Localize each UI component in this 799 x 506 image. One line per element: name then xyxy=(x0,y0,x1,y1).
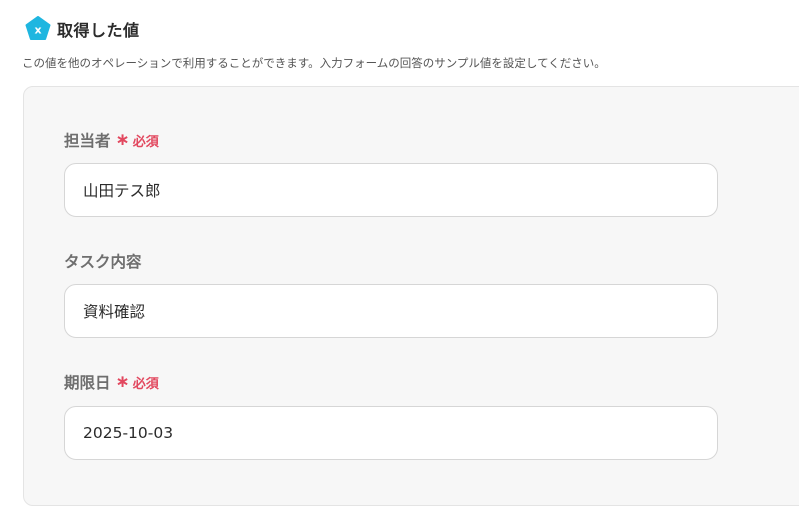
required-badge: ∗ 必須 xyxy=(116,373,159,392)
section-title: 取得した値 xyxy=(57,21,140,40)
field-label-text: タスク内容 xyxy=(64,253,142,271)
required-text: 必須 xyxy=(132,376,159,392)
required-badge: ∗ 必須 xyxy=(116,131,159,150)
due-date-input[interactable] xyxy=(64,406,718,460)
section-header: x 取得した値 xyxy=(25,16,140,42)
assignee-input[interactable] xyxy=(64,163,718,217)
section-description: この値を他のオペレーションで利用することができます。入力フォームの回答のサンプル… xyxy=(22,56,606,70)
required-asterisk-icon: ∗ xyxy=(115,129,130,150)
required-text: 必須 xyxy=(132,134,159,150)
field-label-due-date: 期限日 ∗ 必須 xyxy=(64,371,159,393)
task-content-input[interactable] xyxy=(64,284,718,338)
svg-text:x: x xyxy=(34,24,41,37)
required-asterisk-icon: ∗ xyxy=(115,371,130,392)
field-label-assignee: 担当者 ∗ 必須 xyxy=(64,129,159,151)
field-label-text: 期限日 xyxy=(64,374,111,392)
variable-x-icon: x xyxy=(25,16,51,42)
field-label-task: タスク内容 xyxy=(64,250,142,272)
field-label-text: 担当者 xyxy=(64,132,111,150)
